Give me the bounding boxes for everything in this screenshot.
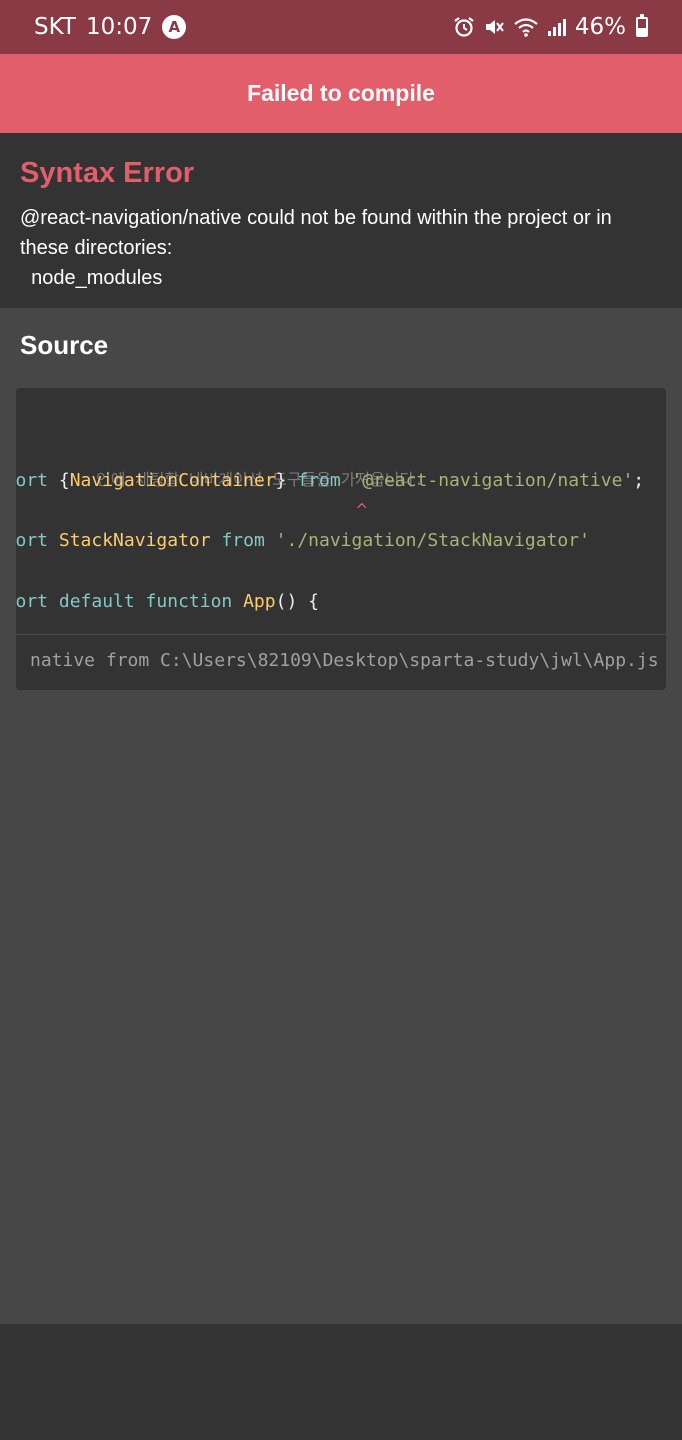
code-keyword: import (16, 470, 49, 491)
code-punct: () { (275, 591, 319, 612)
battery-percent: 46% (574, 14, 626, 40)
code-identifier: StackNavigator (58, 530, 211, 551)
code-keyword: from (297, 470, 341, 491)
error-message: @react-navigation/native could not be fo… (20, 207, 612, 289)
status-right: 46% (453, 14, 648, 40)
bottom-bar (0, 1324, 682, 1440)
source-panel: Source 인에 세팅할 네비게이션 도구들을 가져옵니다. import {… (0, 308, 682, 1324)
code-line-export-app: import default function App() { (16, 587, 319, 617)
source-title: Source (20, 330, 109, 360)
code-punct: ; (633, 470, 645, 491)
status-bar: SKT 10:07 A 46% (0, 0, 682, 54)
battery-fill (638, 27, 646, 35)
error-title: Syntax Error (20, 157, 195, 189)
code-line-import-navigation: import {NavigationContainer} from '@reac… (16, 466, 644, 496)
error-panel: Syntax Error @react-navigation/native co… (0, 133, 682, 308)
clock: 10:07 (85, 14, 153, 40)
code-keyword: import default function (16, 591, 233, 612)
battery-icon (636, 14, 648, 37)
signal-icon (547, 17, 567, 37)
code-string: './navigation/StackNavigator' (275, 530, 590, 551)
code-keyword: from (221, 530, 265, 551)
compile-error-banner: Failed to compile (0, 54, 682, 133)
code-punct: { (48, 470, 70, 491)
code-identifier: App (243, 591, 276, 612)
code-line-comment: 인에 세팅할 네비게이션 도구들을 가져옵니다. (16, 435, 424, 489)
carrier-label: SKT (34, 14, 76, 40)
code-keyword: import (16, 530, 49, 551)
file-path-text: native from C:\Users\82109\Desktop\spart… (30, 650, 659, 671)
code-line-caret: ^ (16, 496, 367, 526)
code-frame[interactable]: 인에 세팅할 네비게이션 도구들을 가져옵니다. import {Navigat… (16, 388, 666, 690)
mute-icon (483, 16, 505, 38)
banner-title: Failed to compile (247, 80, 435, 106)
wifi-icon (513, 16, 539, 38)
status-left: SKT 10:07 A (34, 14, 187, 40)
error-caret: ^ (53, 500, 368, 521)
app-notification-icon: A (162, 15, 187, 39)
code-string: '@react-navigation/native' (351, 470, 634, 491)
code-identifier: NavigationContainer (69, 470, 276, 491)
code-line-import-stack: import StackNavigator from './navigation… (16, 526, 590, 556)
code-file-path: native from C:\Users\82109\Desktop\spart… (16, 646, 659, 676)
code-divider (16, 634, 666, 635)
alarm-icon (453, 16, 475, 38)
code-punct: } (275, 470, 298, 491)
